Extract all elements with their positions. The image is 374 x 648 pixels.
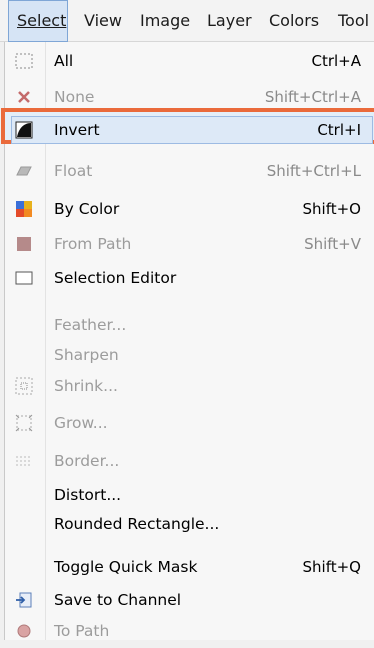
menu-item-float[interactable]: Float Shift+Ctrl+L [5,154,373,188]
shrink-icon [15,377,33,395]
menu-item-label: Selection Editor [54,269,177,287]
menu-item-all[interactable]: All Ctrl+A [5,44,373,78]
menu-item-shortcut: Ctrl+A [311,52,361,70]
menu-item-grow[interactable]: Grow... [5,406,373,440]
menu-select-label: Select [17,11,67,30]
menu-item-from-path[interactable]: From Path Shift+V [5,227,373,261]
by-color-icon [15,200,33,218]
border-icon [15,452,33,470]
menu-item-label: Shrink... [54,377,118,395]
menu-item-shortcut: Shift+Ctrl+A [264,88,361,106]
menu-tools-label: Tool [338,11,370,30]
save-to-channel-icon [15,591,33,609]
to-path-icon [15,622,33,640]
menu-item-invert[interactable]: Invert Ctrl+I [5,113,373,147]
menu-select[interactable]: Select [8,0,68,42]
menu-item-sharpen[interactable]: Sharpen [5,338,373,372]
from-path-icon [15,235,33,253]
menu-item-shortcut: Ctrl+I [317,121,361,139]
menu-tools[interactable]: Tool [338,0,369,42]
menu-item-none[interactable]: None Shift+Ctrl+A [5,80,373,114]
menu-item-by-color[interactable]: By Color Shift+O [5,192,373,226]
menu-item-label: Sharpen [54,346,119,364]
select-dropdown-menu: All Ctrl+A None Shift+Ctrl+A Invert Ctrl… [1,42,374,640]
menu-item-label: Feather... [54,316,127,334]
menu-item-shortcut: Shift+V [304,235,361,253]
menu-item-label: Border... [54,452,120,470]
menu-image-label: Image [140,11,191,30]
float-icon [15,162,33,180]
menu-colors[interactable]: Colors [269,0,319,42]
menu-item-label: Save to Channel [54,591,182,609]
menu-item-rounded-rectangle[interactable]: Rounded Rectangle... [5,507,373,541]
menu-item-label: Grow... [54,414,108,432]
menu-layer-label: Layer [207,11,252,30]
menu-item-label: Float [54,162,93,180]
menu-item-border[interactable]: Border... [5,444,373,478]
menu-item-shrink[interactable]: Shrink... [5,369,373,403]
menu-view-label: View [84,11,122,30]
select-all-icon [15,52,33,70]
menu-item-label: All [54,52,74,70]
menu-colors-label: Colors [269,11,320,30]
invert-icon [15,121,33,139]
menu-item-to-path[interactable]: To Path [5,614,373,648]
menu-item-save-to-channel[interactable]: Save to Channel [5,583,373,617]
menu-item-selection-editor[interactable]: Selection Editor [5,261,373,295]
menu-item-shortcut: Shift+Q [302,558,361,576]
grow-icon [15,414,33,432]
menu-item-label: By Color [54,200,120,218]
x-icon [15,88,33,106]
menu-item-label: From Path [54,235,132,253]
menu-item-label: Toggle Quick Mask [54,558,198,576]
menu-item-shortcut: Shift+Ctrl+L [266,162,361,180]
menu-item-label: Invert [54,121,100,139]
menubar: Select View Image Layer Colors Tool [0,0,374,42]
menu-layer[interactable]: Layer [207,0,252,42]
menu-item-feather[interactable]: Feather... [5,308,373,342]
menu-item-label: To Path [54,622,110,640]
selection-editor-icon [15,269,33,287]
menu-view[interactable]: View [84,0,122,42]
menu-item-toggle-quick-mask[interactable]: Toggle Quick Mask Shift+Q [5,550,373,584]
menu-item-shortcut: Shift+O [302,200,361,218]
menu-item-label: None [54,88,95,106]
menu-image[interactable]: Image [140,0,190,42]
menu-item-label: Rounded Rectangle... [54,515,220,533]
